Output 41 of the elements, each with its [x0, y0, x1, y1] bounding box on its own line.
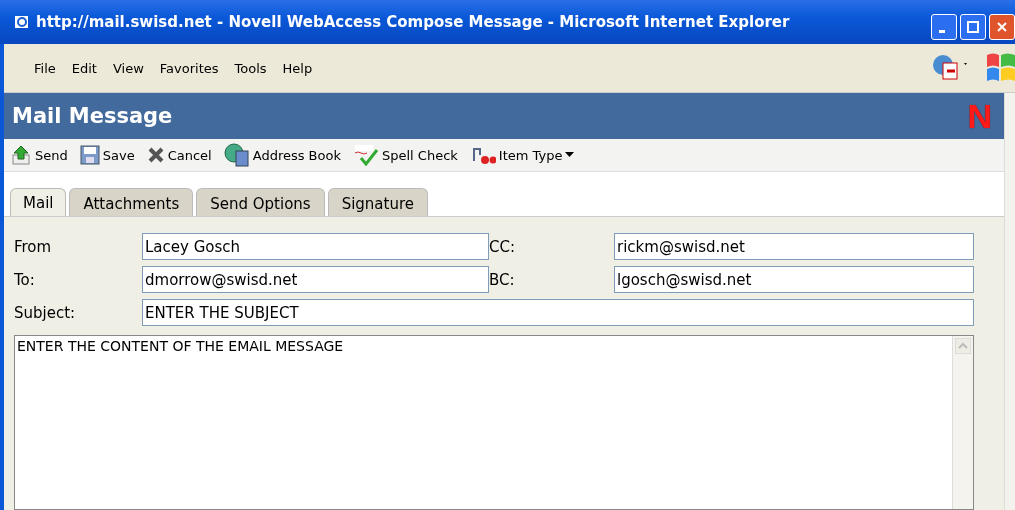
toolbar-button[interactable]: Spell Check	[351, 144, 460, 166]
text-field[interactable]: rickm@swisd.net	[614, 233, 974, 260]
page-title: Mail Message	[12, 104, 173, 128]
toolbar-button[interactable]: Item Type	[467, 145, 577, 165]
scrollbar[interactable]	[1004, 93, 1015, 510]
field-label: From	[14, 237, 53, 256]
tab[interactable]: Send Options	[196, 188, 325, 216]
menu-item[interactable]: Edit	[63, 60, 105, 76]
menu-item[interactable]: Help	[274, 60, 321, 76]
close-icon	[996, 21, 1008, 33]
field-label: To:	[14, 270, 36, 289]
text-field[interactable]: lgosch@swisd.net	[614, 266, 974, 293]
text-field[interactable]: ENTER THE SUBJECT	[142, 299, 974, 326]
field-label: Subject:	[14, 303, 77, 322]
globe-book-icon	[223, 143, 250, 167]
menu-item[interactable]: Tools	[226, 60, 275, 76]
field-label: BC:	[489, 270, 516, 289]
x-icon	[146, 146, 165, 164]
toolbar-button[interactable]: Address Book	[221, 143, 343, 167]
text-field[interactable]: dmorrow@swisd.net	[142, 266, 489, 293]
field-label: CC:	[489, 237, 516, 256]
minimize-button[interactable]	[931, 14, 957, 40]
browser-icon	[14, 14, 30, 30]
maximize-icon	[967, 21, 979, 33]
tab[interactable]: Mail	[10, 188, 67, 216]
toolbar-button[interactable]: Cancel	[144, 146, 214, 164]
close-button[interactable]	[989, 14, 1015, 40]
window-title: http://mail.swisd.net - Novell WebAccess Compose Message - Microsoft Internet Explorer	[36, 13, 791, 31]
toolbar-button[interactable]: Send	[8, 144, 70, 166]
minimize-icon	[939, 29, 945, 33]
menu-item[interactable]: Favorites	[151, 60, 227, 76]
text-field[interactable]: Lacey Gosch	[142, 233, 489, 260]
menu-item[interactable]: File	[26, 60, 64, 76]
logo: N	[967, 99, 992, 133]
menu-item[interactable]: View	[104, 60, 152, 76]
tab[interactable]: Attachments	[69, 188, 194, 216]
send-icon	[10, 144, 32, 166]
maximize-button[interactable]	[960, 14, 986, 40]
spell-check-icon	[353, 144, 379, 166]
toolbar-button[interactable]: Save	[77, 145, 137, 165]
tab[interactable]: Signature	[327, 188, 429, 216]
